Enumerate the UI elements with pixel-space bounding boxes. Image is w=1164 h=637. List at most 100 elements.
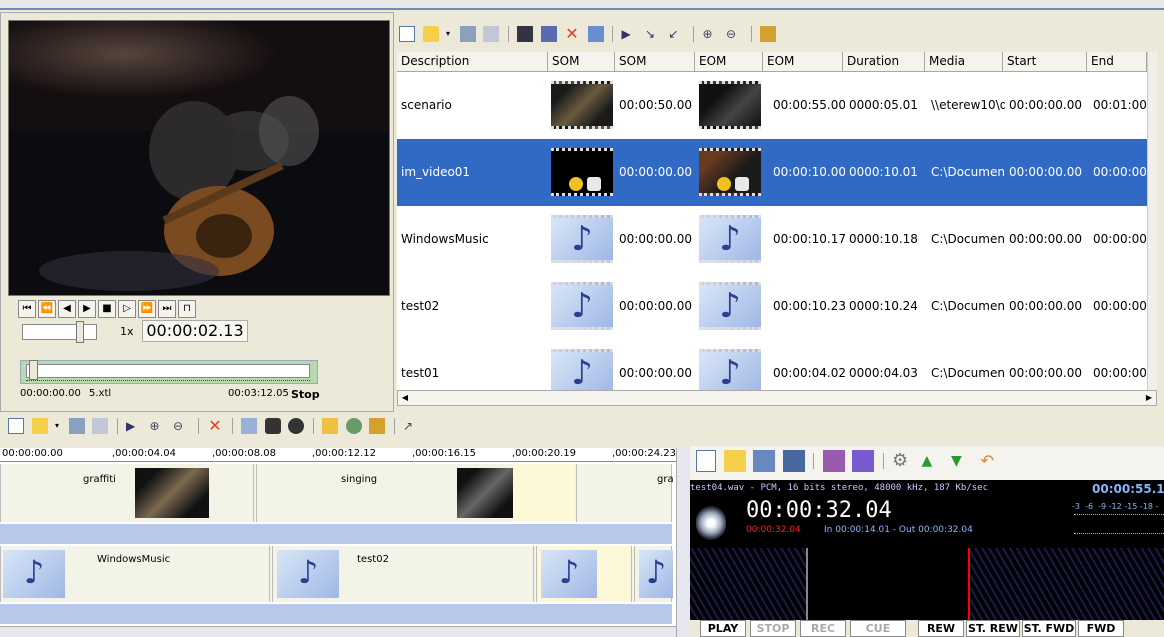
storyboard-icon[interactable] <box>540 26 557 42</box>
column-header-som-thumb[interactable]: SOM <box>548 52 615 72</box>
fwd-button[interactable]: FWD <box>1078 620 1124 637</box>
timeline-clip[interactable]: ♪ WindowsMusic <box>0 546 270 602</box>
trim-icon[interactable] <box>852 450 874 472</box>
save-as-icon[interactable] <box>782 450 805 472</box>
waveform-area[interactable] <box>690 548 1164 620</box>
timeline-clip[interactable]: graffiti <box>0 464 254 522</box>
image-icon[interactable] <box>241 418 257 434</box>
speed-slider-thumb[interactable] <box>76 321 84 343</box>
zoom-out-icon[interactable]: ⊖ <box>726 26 742 42</box>
column-header-eom-thumb[interactable]: EOM <box>695 52 763 72</box>
table-row[interactable]: WindowsMusic ♪ 00:00:00.00 ♪ 00:00:10.17… <box>397 206 1147 273</box>
seek-thumb[interactable] <box>28 360 38 380</box>
dropdown-arrow-icon[interactable]: ▾ <box>55 418 61 434</box>
step-rew-button[interactable]: ST. REW <box>966 620 1020 637</box>
eom-thumbnail <box>699 81 761 129</box>
fast-rewind-icon[interactable]: ⏪ <box>38 300 56 318</box>
dropdown-arrow-icon[interactable]: ▾ <box>446 26 452 42</box>
table-row[interactable]: scenario 00:00:50.00 00:00:55.00 0000:05… <box>397 72 1147 139</box>
seek-bar[interactable] <box>26 364 310 378</box>
step-forward-icon[interactable]: ▷ <box>118 300 136 318</box>
step-fwd-button[interactable]: ST. FWD <box>1022 620 1076 637</box>
cut-icon[interactable] <box>822 450 845 472</box>
step-back-icon[interactable]: ◀ <box>58 300 76 318</box>
stop-button[interactable]: STOP <box>750 620 796 637</box>
play-icon[interactable]: ▶ <box>126 418 142 434</box>
capture-icon[interactable] <box>264 418 281 434</box>
zoom-out-icon[interactable]: ⊖ <box>173 418 189 434</box>
mark-in-icon[interactable]: ↘ <box>645 26 661 42</box>
audio-track: ♪ WindowsMusic ♪ test02 ♪ ♪ <box>0 546 673 602</box>
mark-out-icon[interactable]: ↙ <box>669 26 685 42</box>
timeline-clip[interactable]: singing <box>256 464 575 522</box>
undo-icon[interactable]: ↶ <box>981 450 1003 472</box>
play-button[interactable]: PLAY <box>700 620 746 637</box>
open-folder-icon[interactable] <box>422 26 439 42</box>
scroll-left-icon[interactable]: ◀ <box>398 391 412 405</box>
timeline-toolbar: ▾ ▶ ⊕ ⊖ ✕ ↗ <box>0 412 1164 446</box>
film-icon[interactable] <box>517 26 533 42</box>
table-row[interactable]: test01 ♪ 00:00:00.00 ♪ 00:00:04.02 0000:… <box>397 340 1147 390</box>
clip-thumbnail <box>135 468 209 518</box>
zoom-in-icon[interactable]: ⊕ <box>150 418 166 434</box>
mark-icon[interactable]: ⊓ <box>178 300 196 318</box>
folder-edit-icon[interactable] <box>322 418 338 434</box>
delete-icon[interactable]: ✕ <box>564 26 580 42</box>
save-icon[interactable] <box>753 450 775 472</box>
timeline-vscrollbar[interactable] <box>676 448 690 637</box>
timeline-clip[interactable]: ♪ <box>634 546 673 602</box>
tool-icon[interactable]: ↗ <box>403 418 419 434</box>
exit-icon[interactable] <box>369 418 385 434</box>
zoom-in-icon[interactable]: ⊕ <box>703 26 719 42</box>
timeline-clip[interactable]: ♪ <box>536 546 632 602</box>
play-icon[interactable]: ▶ <box>622 26 638 42</box>
column-header-end[interactable]: End <box>1087 52 1147 72</box>
timeline-clip[interactable]: ♪ test02 <box>272 546 534 602</box>
open-folder-icon[interactable] <box>723 450 746 472</box>
rew-button[interactable]: REW <box>918 620 964 637</box>
table-hscrollbar[interactable]: ◀ ▶ <box>397 390 1157 406</box>
fast-forward-icon[interactable]: ⏩ <box>138 300 156 318</box>
cell-media: C:\Documen <box>931 366 1005 380</box>
new-icon[interactable] <box>8 418 24 434</box>
cell-description: test02 <box>401 299 440 313</box>
table-row[interactable]: im_video01 00:00:00.00 00:00:10.00 0000:… <box>397 139 1147 206</box>
som-thumbnail <box>551 148 613 196</box>
go-end-icon[interactable]: ⏭ <box>158 300 176 318</box>
play-icon[interactable]: ▶ <box>78 300 96 318</box>
new-icon[interactable] <box>399 26 415 42</box>
save-as-icon[interactable] <box>92 418 108 434</box>
exit-icon[interactable] <box>760 26 776 42</box>
speed-label: 1x <box>120 325 134 338</box>
table-vscrollbar[interactable] <box>1147 52 1157 390</box>
column-header-eom[interactable]: EOM <box>763 52 843 72</box>
column-header-som[interactable]: SOM <box>615 52 695 72</box>
new-icon[interactable] <box>696 450 716 472</box>
cue-button[interactable]: CUE <box>850 620 906 637</box>
volume-up-icon[interactable]: ▲ <box>922 450 944 472</box>
save-as-icon[interactable] <box>483 26 499 42</box>
timeline-clip[interactable]: gra <box>576 464 674 522</box>
properties-icon[interactable] <box>587 26 604 42</box>
rec-button[interactable]: REC <box>800 620 846 637</box>
column-header-duration[interactable]: Duration <box>843 52 925 72</box>
scroll-right-icon[interactable]: ▶ <box>1142 391 1156 405</box>
table-row[interactable]: test02 ♪ 00:00:00.00 ♪ 00:00:10.23 0000:… <box>397 273 1147 340</box>
effects-icon[interactable] <box>345 418 362 434</box>
clip-trim-region <box>513 464 575 522</box>
volume-down-icon[interactable]: ▼ <box>951 450 973 472</box>
column-header-description[interactable]: Description <box>397 52 548 72</box>
column-header-media[interactable]: Media <box>925 52 1003 72</box>
go-start-icon[interactable]: ⏮ <box>18 300 36 318</box>
record-icon[interactable] <box>288 418 304 434</box>
cell-media: C:\Documen <box>931 299 1005 313</box>
speed-slider[interactable] <box>22 324 97 340</box>
timeline-hscrollbar[interactable] <box>0 626 676 637</box>
column-header-start[interactable]: Start <box>1003 52 1087 72</box>
open-folder-icon[interactable] <box>31 418 48 434</box>
save-icon[interactable] <box>68 418 85 434</box>
save-icon[interactable] <box>459 26 476 42</box>
gear-icon[interactable]: ⚙ <box>892 450 914 472</box>
stop-icon[interactable]: ■ <box>98 300 116 318</box>
delete-icon[interactable]: ✕ <box>207 418 223 434</box>
